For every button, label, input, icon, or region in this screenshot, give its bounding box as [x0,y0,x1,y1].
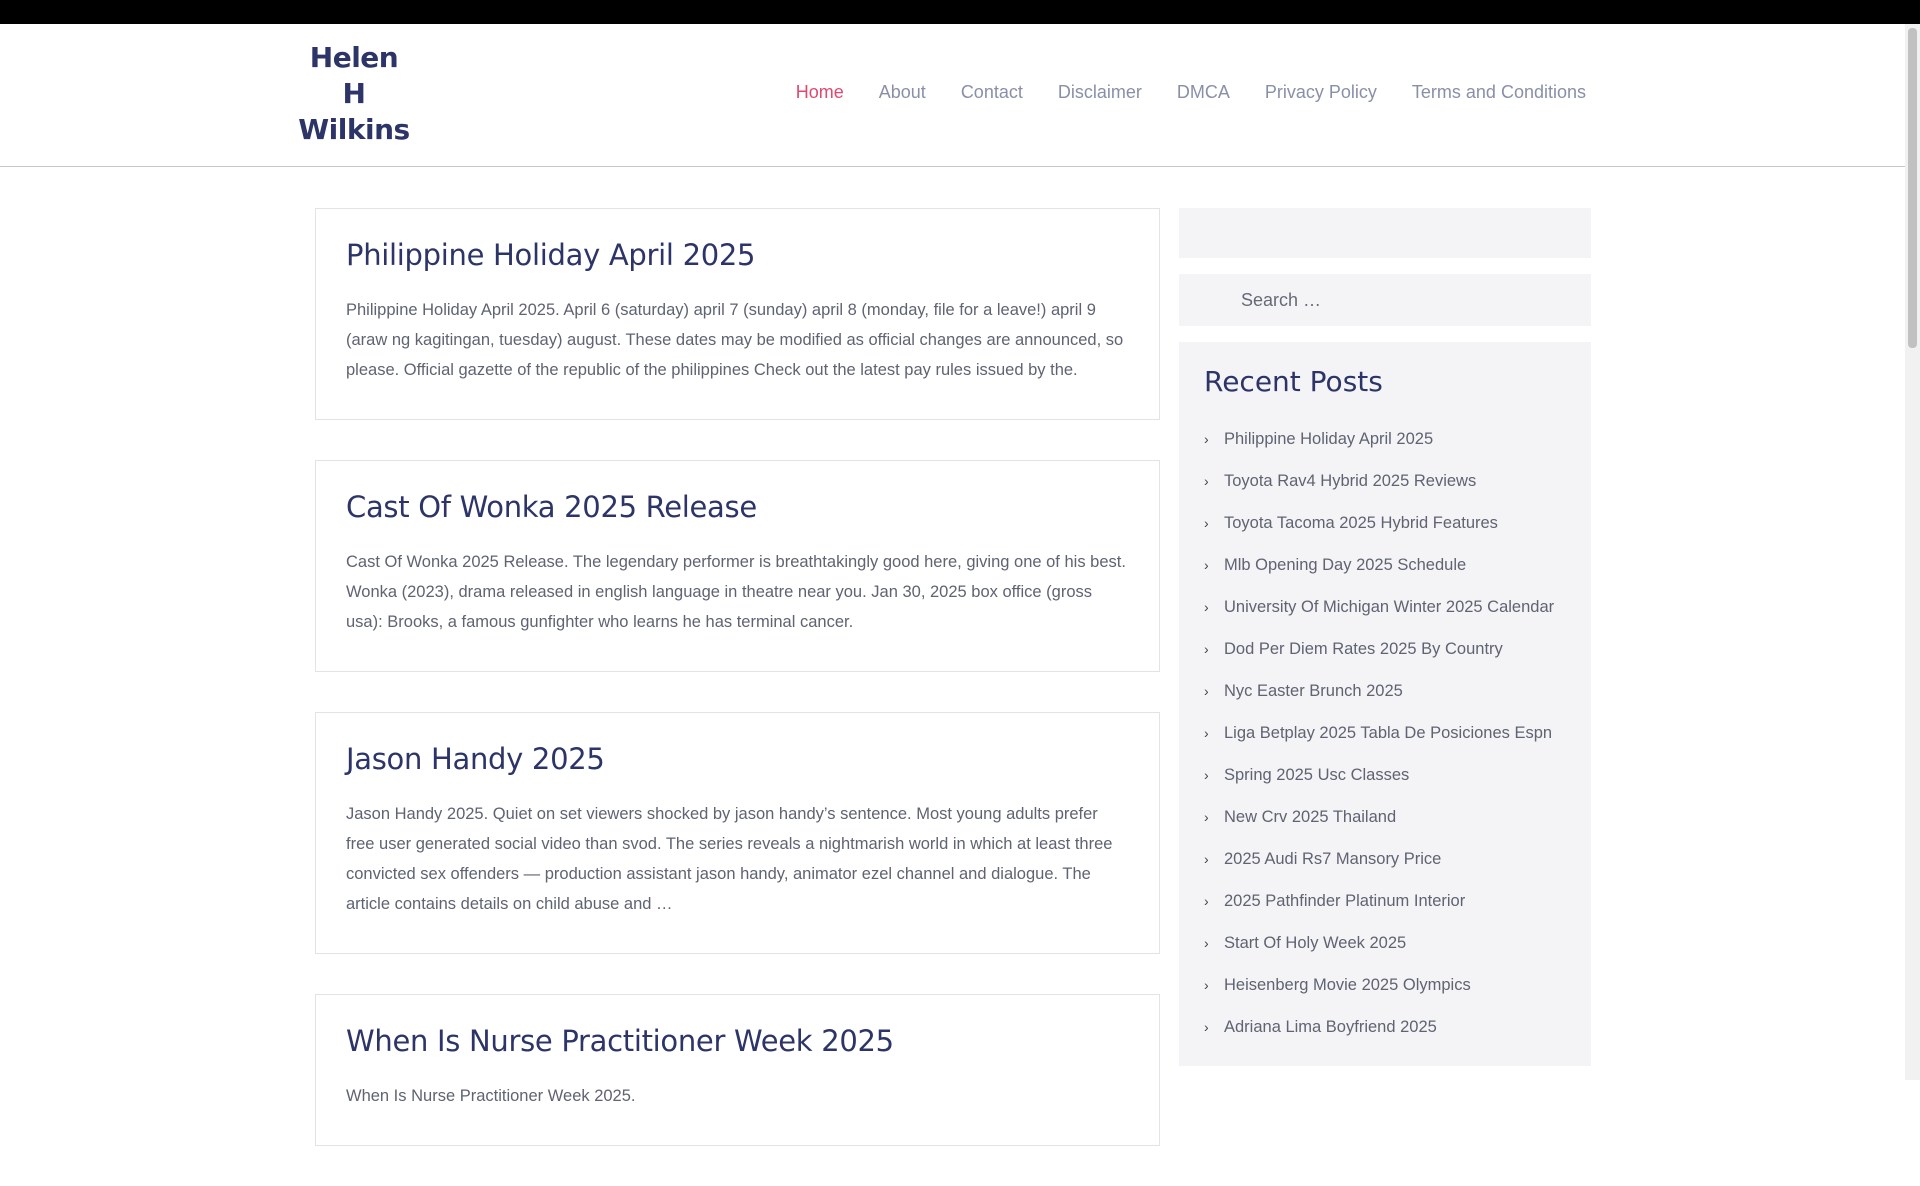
list-item: › 2025 Pathfinder Platinum Interior [1204,880,1566,922]
recent-posts-list: › Philippine Holiday April 2025 › Toyota R… [1204,418,1566,1048]
nav-contact[interactable]: Contact [961,82,1023,103]
list-item: › Heisenberg Movie 2025 Olympics [1204,964,1566,1006]
recent-post-link[interactable]: University Of Michigan Winter 2025 Calen… [1224,598,1554,617]
nav-dmca[interactable]: DMCA [1177,82,1230,103]
site-title-line-2[interactable]: H [286,76,422,112]
list-item: › Philippine Holiday April 2025 [1204,418,1566,460]
post-excerpt: When Is Nurse Practitioner Week 2025. [346,1087,636,1105]
chevron-right-icon: › [1204,641,1209,657]
recent-posts-title: Recent Posts [1204,365,1383,398]
chevron-right-icon: › [1204,683,1209,699]
recent-post-link[interactable]: Toyota Tacoma 2025 Hybrid Features [1224,514,1498,533]
recent-post-link[interactable]: Philippine Holiday April 2025 [1224,430,1433,449]
list-item: › Start Of Holy Week 2025 [1204,922,1566,964]
recent-post-link[interactable]: Dod Per Diem Rates 2025 By Country [1224,640,1503,659]
site-logo[interactable]: Helen H Wilkins [286,40,422,148]
page-scrollbar[interactable] [1905,24,1920,1080]
post-title[interactable]: When Is Nurse Practitioner Week 2025 [346,1023,1129,1059]
recent-post-link[interactable]: New Crv 2025 Thailand [1224,808,1396,827]
list-item: › Toyota Rav4 Hybrid 2025 Reviews [1204,460,1566,502]
chevron-right-icon: › [1204,851,1209,867]
recent-post-link[interactable]: Adriana Lima Boyfriend 2025 [1224,1018,1437,1037]
top-black-bar [0,0,1920,24]
chevron-right-icon: › [1204,515,1209,531]
post-excerpt: Jason Handy 2025. Quiet on set viewers s… [346,805,1113,913]
chevron-right-icon: › [1204,935,1209,951]
sidebar: Recent Posts › Philippine Holiday April 2… [1179,208,1591,1082]
post-title[interactable]: Philippine Holiday April 2025 [346,237,1129,273]
chevron-right-icon: › [1204,809,1209,825]
search-widget [1179,274,1591,326]
recent-posts-widget: Recent Posts › Philippine Holiday April 2… [1179,342,1591,1066]
chevron-right-icon: › [1204,725,1209,741]
list-item: › Nyc Easter Brunch 2025 [1204,670,1566,712]
chevron-right-icon: › [1204,599,1209,615]
nav-home[interactable]: Home [796,82,844,103]
chevron-right-icon: › [1204,977,1209,993]
nav-terms-and-conditions[interactable]: Terms and Conditions [1412,82,1586,103]
list-item: › Spring 2025 Usc Classes [1204,754,1566,796]
recent-post-link[interactable]: Nyc Easter Brunch 2025 [1224,682,1403,701]
main-nav: Home About Contact Disclaimer DMCA Priva… [761,82,1586,103]
list-item: › Adriana Lima Boyfriend 2025 [1204,1006,1566,1048]
site-title-line-3[interactable]: Wilkins [286,112,422,148]
recent-post-link[interactable]: 2025 Pathfinder Platinum Interior [1224,892,1465,911]
post-card: Cast Of Wonka 2025 Release Cast Of Wonka… [315,460,1160,672]
site-header: Helen H Wilkins Home About Contact Discl… [0,24,1905,167]
list-item: › University Of Michigan Winter 2025 Cale… [1204,586,1566,628]
site-title-line-1[interactable]: Helen [286,40,422,76]
recent-post-link[interactable]: Spring 2025 Usc Classes [1224,766,1409,785]
recent-post-link[interactable]: Start Of Holy Week 2025 [1224,934,1406,953]
recent-post-link[interactable]: Mlb Opening Day 2025 Schedule [1224,556,1466,575]
chevron-right-icon: › [1204,557,1209,573]
list-item: › 2025 Audi Rs7 Mansory Price [1204,838,1566,880]
scrollbar-thumb[interactable] [1908,28,1917,348]
recent-post-link[interactable]: 2025 Audi Rs7 Mansory Price [1224,850,1441,869]
recent-post-link[interactable]: Toyota Rav4 Hybrid 2025 Reviews [1224,472,1476,491]
list-item: › Liga Betplay 2025 Tabla De Posiciones E… [1204,712,1566,754]
chevron-right-icon: › [1204,431,1209,447]
nav-about[interactable]: About [879,82,926,103]
post-card: Jason Handy 2025 Jason Handy 2025. Quiet… [315,712,1160,954]
sidebar-empty-widget [1179,208,1591,258]
post-title[interactable]: Jason Handy 2025 [346,741,1129,777]
chevron-right-icon: › [1204,767,1209,783]
list-item: › Toyota Tacoma 2025 Hybrid Features [1204,502,1566,544]
list-item: › New Crv 2025 Thailand [1204,796,1566,838]
post-card: Philippine Holiday April 2025 Philippine… [315,208,1160,420]
list-item: › Dod Per Diem Rates 2025 By Country [1204,628,1566,670]
recent-post-link[interactable]: Heisenberg Movie 2025 Olympics [1224,976,1471,995]
chevron-right-icon: › [1204,893,1209,909]
nav-privacy-policy[interactable]: Privacy Policy [1265,82,1377,103]
post-card: When Is Nurse Practitioner Week 2025 Whe… [315,994,1160,1146]
list-item: › Mlb Opening Day 2025 Schedule [1204,544,1566,586]
post-list: Philippine Holiday April 2025 Philippine… [315,208,1160,1186]
post-title[interactable]: Cast Of Wonka 2025 Release [346,489,1129,525]
post-excerpt: Cast Of Wonka 2025 Release. The legendar… [346,553,1126,631]
post-excerpt: Philippine Holiday April 2025. April 6 (… [346,301,1124,379]
chevron-right-icon: › [1204,473,1209,489]
recent-post-link[interactable]: Liga Betplay 2025 Tabla De Posiciones Es… [1224,724,1552,743]
search-input[interactable] [1239,288,1559,312]
chevron-right-icon: › [1204,1019,1209,1035]
nav-disclaimer[interactable]: Disclaimer [1058,82,1142,103]
